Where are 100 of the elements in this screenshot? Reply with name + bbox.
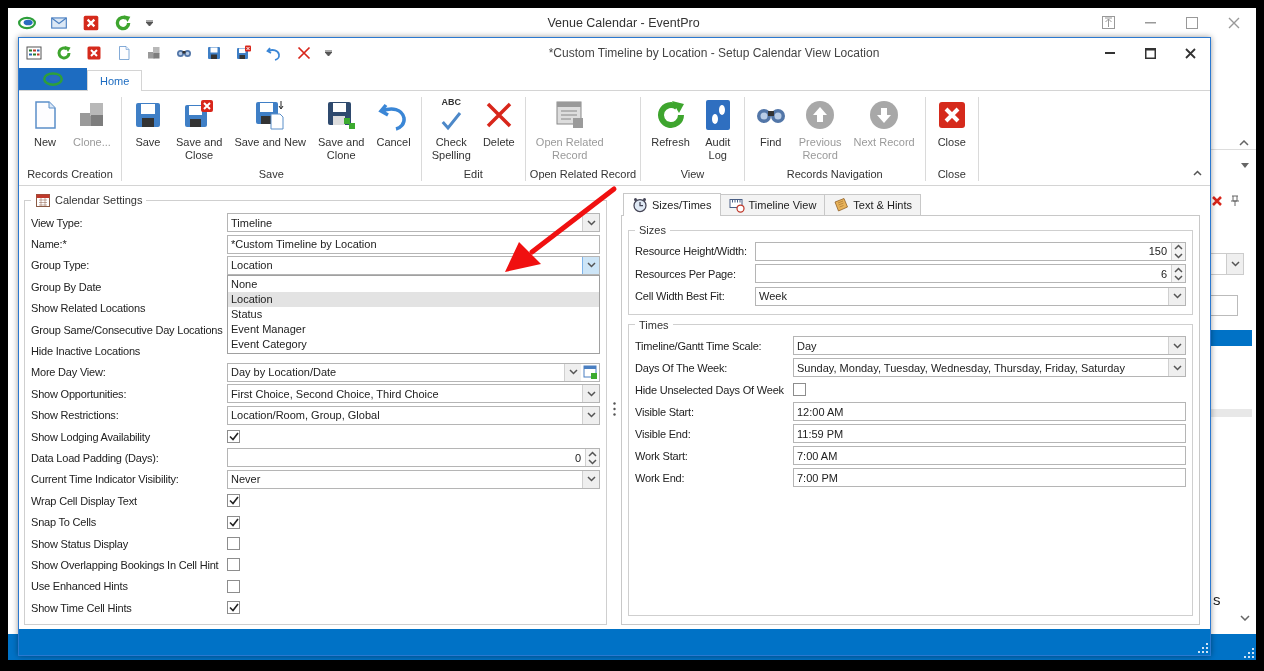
resize-grip-icon[interactable]	[1244, 648, 1254, 658]
tab[interactable]: Sizes/Times	[623, 193, 721, 216]
field-label: Show Overlapping Bookings In Cell Hint	[31, 558, 219, 571]
text-field[interactable]: 11:59 PM	[793, 424, 1186, 443]
floppy-delete-icon	[236, 45, 252, 61]
delete-icon	[296, 45, 312, 61]
refresh-icon	[114, 13, 132, 32]
chevron-down-icon	[586, 219, 596, 226]
close-icon	[82, 13, 100, 32]
field-label: Days Of The Week:	[635, 361, 728, 374]
checkmark-icon	[228, 603, 239, 613]
dropdown-button[interactable]	[582, 385, 599, 403]
ribbon-button[interactable]: Refresh	[645, 97, 696, 168]
group-label: Records Creation	[26, 168, 114, 181]
ribbon-button[interactable]: Close	[929, 97, 974, 168]
text-field[interactable]: 12:00 AM	[793, 402, 1186, 421]
dropdown-button[interactable]	[1168, 287, 1185, 305]
dropdown-option[interactable]: None	[228, 276, 599, 292]
pin-icon[interactable]	[1231, 195, 1239, 206]
dropdown-option[interactable]: Location	[228, 291, 599, 307]
dropdown-field[interactable]: Sunday, Monday, Tuesday, Wednesday, Thursday, Friday, Saturday	[793, 358, 1186, 377]
ribbon-button[interactable]: Cancel	[370, 97, 417, 168]
ribbon-button[interactable]: Audit Log	[695, 97, 740, 168]
dropdown-field[interactable]: Day	[793, 336, 1186, 355]
dropdown-option[interactable]: Status	[228, 306, 599, 322]
checkbox[interactable]	[227, 601, 240, 615]
field-label: Resources Per Page:	[635, 267, 736, 280]
resize-grip-icon[interactable]	[1198, 643, 1208, 653]
group-title: Calendar Settings	[55, 194, 143, 206]
tab[interactable]: Text & Hints	[824, 194, 922, 215]
checkbox[interactable]	[227, 579, 240, 593]
caret-down-icon[interactable]	[1241, 163, 1249, 168]
dropdown-option[interactable]: Event Category	[228, 336, 599, 352]
maximize-icon	[1144, 47, 1156, 59]
ribbon-button[interactable]: Save and Close	[169, 97, 229, 168]
document-icon	[116, 45, 132, 61]
dropdown-button[interactable]	[582, 406, 599, 424]
chevron-down-icon	[1230, 261, 1240, 267]
chevron-up-icon	[1193, 170, 1202, 176]
ribbon-button[interactable]: Save and New	[228, 97, 312, 168]
ribbon-button[interactable]: Find	[748, 97, 793, 168]
chevron-down-icon	[568, 369, 578, 376]
text-field[interactable]: 7:00 AM	[793, 446, 1186, 465]
spin-button[interactable]	[1171, 265, 1185, 283]
dropdown-button[interactable]	[582, 256, 599, 274]
field-label: More Day View:	[31, 366, 106, 379]
customize-caret-icon[interactable]	[146, 19, 153, 26]
chevron-up-icon[interactable]	[1239, 140, 1249, 146]
number-field[interactable]: 6	[755, 264, 1186, 284]
dropdown-button[interactable]	[582, 470, 599, 488]
ribbon-button[interactable]: Delete	[476, 97, 521, 168]
dropdown-button[interactable]	[1168, 337, 1185, 354]
ribbon-tab[interactable]: Home	[87, 70, 143, 91]
checkbox[interactable]	[793, 383, 806, 396]
chevron-down-icon[interactable]	[1240, 615, 1250, 621]
chevron-down-icon	[1174, 275, 1183, 281]
open-editor-button[interactable]	[581, 363, 599, 381]
dropdown-option[interactable]: Event Manager	[228, 321, 599, 337]
splitter-grip-icon[interactable]	[612, 401, 616, 416]
field-label: Show Restrictions:	[31, 409, 119, 422]
ribbon-button[interactable]: ABC Check Spelling	[425, 97, 477, 168]
ribbon-button[interactable]: Save and Clone	[311, 97, 371, 168]
ruler-clock-icon	[728, 197, 745, 213]
maximize-icon	[1186, 16, 1198, 29]
dropdown-field[interactable]: Location/Room, Group, Global	[227, 405, 600, 425]
dropdown-field[interactable]: Week	[755, 286, 1186, 306]
checkmark-icon	[228, 432, 239, 442]
text-field[interactable]: *Custom Timeline by Location	[227, 234, 600, 254]
window-title: Venue Calendar - EventPro	[546, 15, 701, 30]
ribbon-button[interactable]: Save	[125, 97, 170, 168]
dropdown-button[interactable]	[582, 214, 599, 232]
group-label: Records Navigation	[785, 168, 884, 181]
dropdown-button[interactable]	[564, 363, 581, 381]
checkbox[interactable]	[227, 494, 240, 508]
field-label: Cell Width Best Fit:	[635, 290, 725, 303]
field-label: Name:*	[31, 238, 67, 251]
chevron-up-icon	[588, 450, 597, 457]
chevron-down-icon	[586, 262, 596, 269]
checkbox[interactable]	[227, 558, 240, 572]
checkbox[interactable]	[227, 515, 240, 529]
dropdown-field[interactable]: First Choice, Second Choice, Third Choice	[227, 384, 600, 404]
field-label: Snap To Cells	[31, 516, 97, 529]
dropdown-field[interactable]: Day by Location/Date	[227, 362, 600, 382]
checkbox[interactable]	[227, 430, 240, 444]
number-field[interactable]: 0	[227, 448, 600, 468]
customize-caret-icon[interactable]	[325, 50, 332, 56]
checkbox[interactable]	[227, 537, 240, 551]
dropdown-field[interactable]	[1211, 253, 1244, 275]
spin-button[interactable]	[1171, 242, 1185, 260]
spin-button[interactable]	[585, 449, 599, 467]
text-field[interactable]: 7:00 PM	[793, 468, 1186, 487]
tab[interactable]: Timeline View	[719, 194, 826, 215]
ribbon-button[interactable]: New	[23, 97, 67, 168]
logo-icon	[43, 69, 63, 89]
number-field[interactable]: 150	[755, 241, 1186, 261]
dropdown-field[interactable]: Timeline	[227, 213, 600, 233]
dropdown-field[interactable]: Never	[227, 469, 600, 489]
delete-icon[interactable]	[1211, 195, 1223, 207]
dropdown-button[interactable]	[1168, 359, 1185, 376]
text-field[interactable]	[1211, 295, 1238, 316]
